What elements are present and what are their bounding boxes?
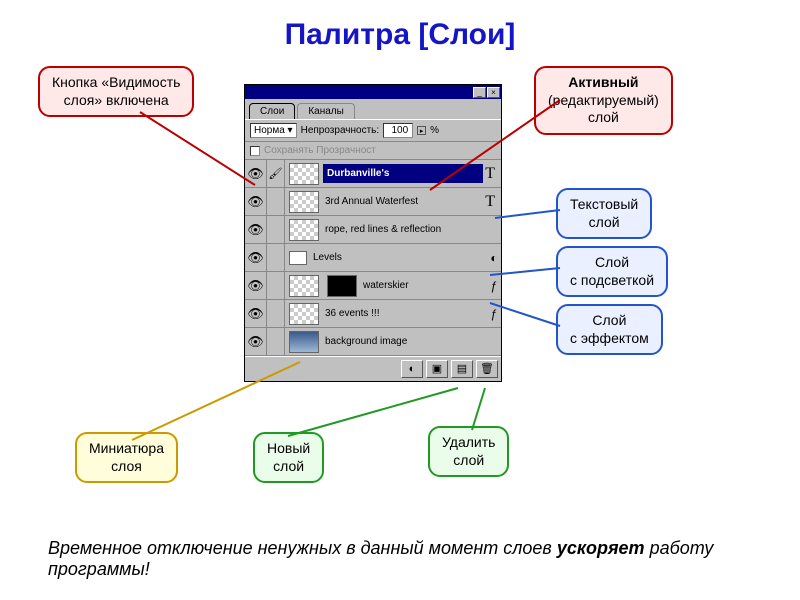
layers-panel: _ × Слои Каналы Норма ▾ Непрозрачность: … <box>244 84 502 382</box>
fx-icon: ƒ <box>487 279 501 293</box>
callout-active-layer: Активный(редактируемый)слой <box>534 66 673 135</box>
eye-icon[interactable]: 👁 <box>247 334 264 350</box>
callout-visibility: Кнопка «Видимостьслоя» включена <box>38 66 194 117</box>
tab-channels[interactable]: Каналы <box>297 103 355 119</box>
callout-delete-layer: Удалитьслой <box>428 426 509 477</box>
minimize-icon[interactable]: _ <box>473 87 486 98</box>
layer-name[interactable]: 3rd Annual Waterfest <box>323 196 483 207</box>
eye-icon[interactable]: 👁 <box>247 306 264 322</box>
layer-name[interactable]: waterskier <box>361 280 487 291</box>
checkbox-icon[interactable] <box>250 146 260 156</box>
eye-icon[interactable]: 👁 <box>247 166 264 182</box>
text-layer-icon: T <box>483 165 501 183</box>
mask-button[interactable]: ◐ <box>401 360 423 378</box>
preserve-transparency[interactable]: Сохранять Прозрачност <box>245 142 501 160</box>
new-layer-button[interactable]: ▤ <box>451 360 473 378</box>
layer-row[interactable]: 👁 36 events !!! ƒ <box>245 300 501 328</box>
layer-thumbnail[interactable] <box>289 219 319 241</box>
footer-note: Временное отключение ненужных в данный м… <box>48 538 748 580</box>
panel-statusbar: ◐ ▣ ▤ 🗑 <box>245 356 501 381</box>
eye-icon[interactable]: 👁 <box>247 194 264 210</box>
blend-mode-dropdown[interactable]: Норма ▾ <box>250 123 297 138</box>
layer-row[interactable]: 👁 Levels ◐ <box>245 244 501 272</box>
layer-row[interactable]: 👁 🖌 Durbanville's T <box>245 160 501 188</box>
layer-row[interactable]: 👁 3rd Annual Waterfest T <box>245 188 501 216</box>
layer-thumbnail[interactable] <box>289 163 319 185</box>
layer-name[interactable]: Levels <box>311 252 487 263</box>
brush-icon[interactable]: 🖌 <box>269 167 283 180</box>
layer-row[interactable]: 👁 rope, red lines & reflection <box>245 216 501 244</box>
layer-thumbnail[interactable] <box>289 275 319 297</box>
panel-tabs: Слои Каналы <box>245 99 501 119</box>
eye-icon[interactable]: 👁 <box>247 278 264 294</box>
layer-thumbnail[interactable] <box>289 331 319 353</box>
layer-thumbnail[interactable] <box>289 191 319 213</box>
layer-mask[interactable] <box>327 275 357 297</box>
adjust-thumb[interactable] <box>289 251 307 265</box>
opacity-slider-icon[interactable]: ▸ <box>417 126 426 135</box>
tab-layers[interactable]: Слои <box>249 103 295 119</box>
mask2-button[interactable]: ▣ <box>426 360 448 378</box>
opacity-label: Непрозрачность: <box>301 125 380 136</box>
blend-options: Норма ▾ Непрозрачность: 100 ▸ % <box>245 119 501 142</box>
trash-button[interactable]: 🗑 <box>476 360 498 378</box>
page-title: Палитра [Слои] <box>0 0 800 62</box>
adjust-icon: ◐ <box>487 251 501 265</box>
layer-name[interactable]: rope, red lines & reflection <box>323 224 501 235</box>
layer-list: 👁 🖌 Durbanville's T 👁 3rd Annual Waterfe… <box>245 160 501 356</box>
eye-icon[interactable]: 👁 <box>247 250 264 266</box>
layer-name[interactable]: background image <box>323 336 501 347</box>
opacity-pct: % <box>430 125 439 136</box>
fx-icon: ƒ <box>487 307 501 321</box>
layer-thumbnail[interactable] <box>289 303 319 325</box>
layer-row[interactable]: 👁 background image <box>245 328 501 356</box>
callout-text-layer: Текстовыйслой <box>556 188 652 239</box>
callout-thumbnail: Миниатюраслоя <box>75 432 178 483</box>
layer-row[interactable]: 👁 waterskier ƒ <box>245 272 501 300</box>
text-layer-icon: T <box>483 193 501 211</box>
opacity-value[interactable]: 100 <box>383 123 413 138</box>
callout-highlight-layer: Слойс подсветкой <box>556 246 668 297</box>
close-icon[interactable]: × <box>487 87 500 98</box>
eye-icon[interactable]: 👁 <box>247 222 264 238</box>
panel-titlebar: _ × <box>245 85 501 99</box>
callout-effect-layer: Слойс эффектом <box>556 304 663 355</box>
layer-name[interactable]: 36 events !!! <box>323 308 487 319</box>
callout-new-layer: Новыйслой <box>253 432 324 483</box>
layer-name[interactable]: Durbanville's <box>323 164 483 183</box>
